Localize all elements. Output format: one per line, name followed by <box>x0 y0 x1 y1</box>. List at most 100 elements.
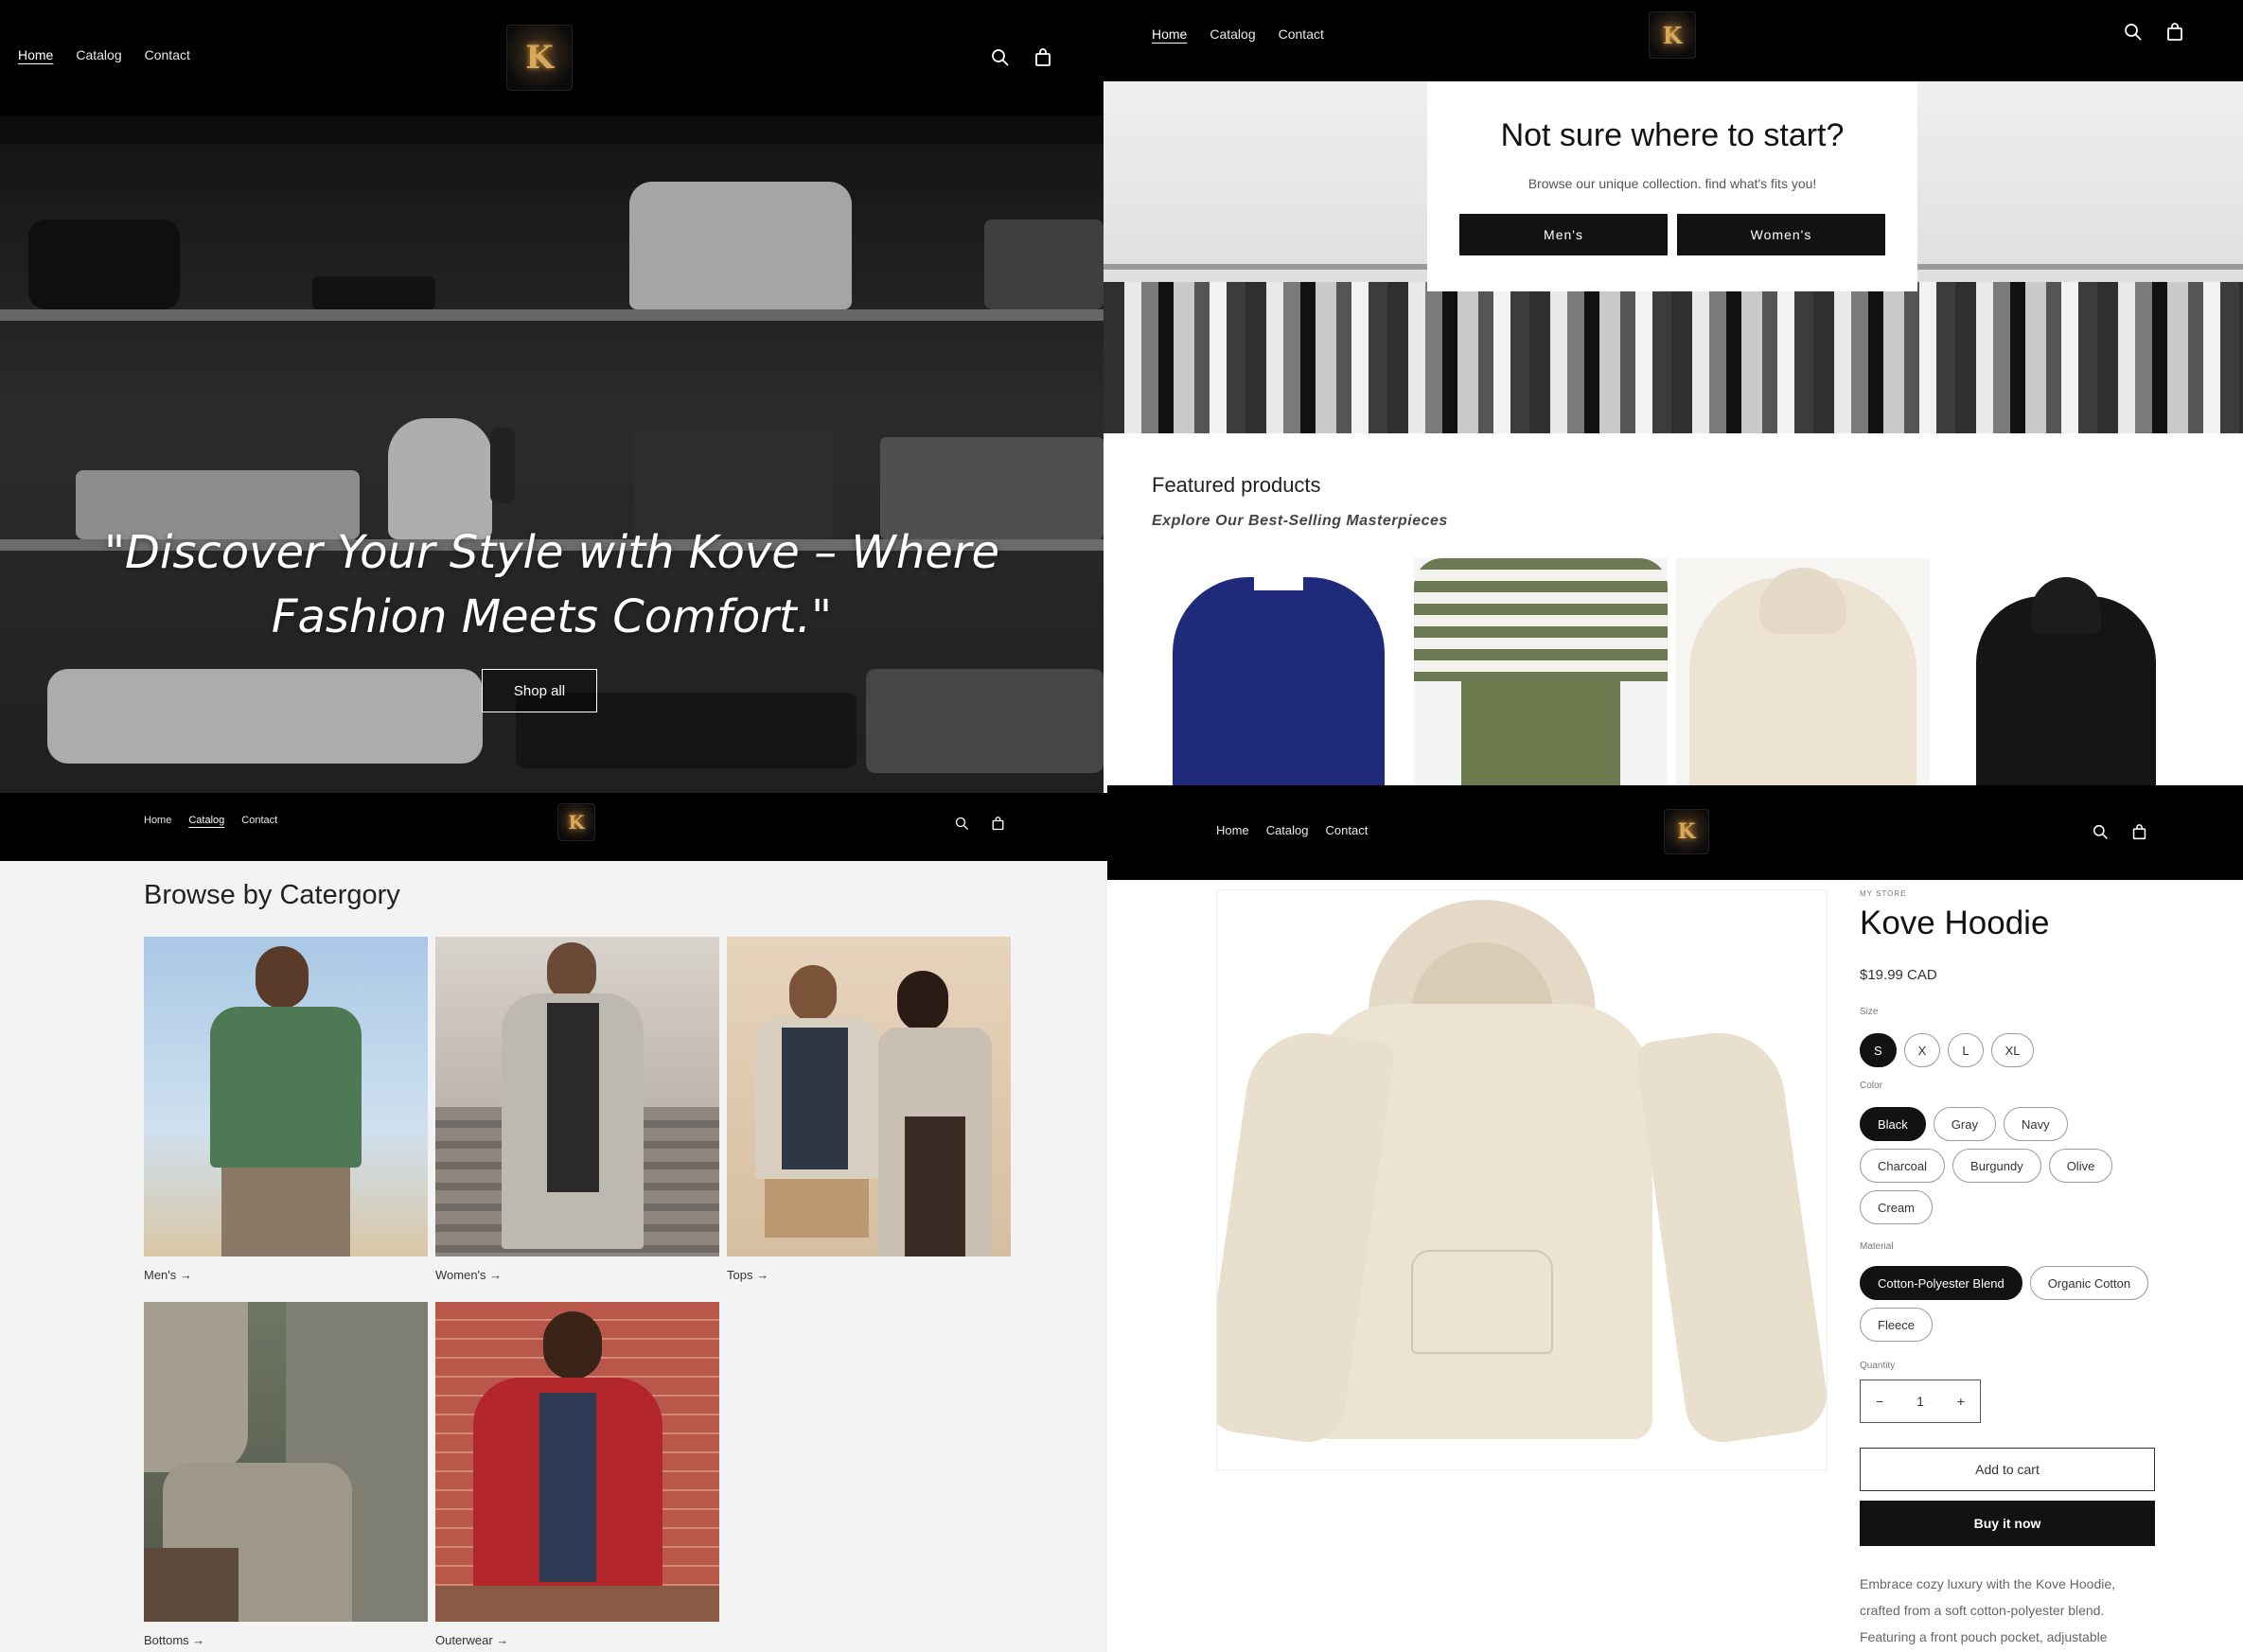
description-line-3: Featuring a front pouch pocket, adjustab… <box>1860 1629 2108 1644</box>
cart-icon[interactable] <box>2164 21 2186 44</box>
quantity-label: Quantity <box>1860 1361 1896 1371</box>
nav-home[interactable]: Home <box>1152 26 1187 42</box>
material-option-organic-cotton[interactable]: Organic Cotton <box>2029 1266 2149 1300</box>
color-option-gray[interactable]: Gray <box>1933 1107 1996 1141</box>
color-options: Black Gray Navy Charcoal Burgundy Olive … <box>1860 1107 2144 1232</box>
product-card-jacket[interactable] <box>1938 558 2192 785</box>
featured-panel: Home Catalog Contact K Not sure where to… <box>1104 0 2243 785</box>
category-card-tops[interactable] <box>727 937 1011 1257</box>
womens-button[interactable]: Women's <box>1677 214 1885 255</box>
product-vendor: MY STORE <box>1860 889 1907 898</box>
product-price: $19.99 CAD <box>1860 967 1937 983</box>
quantity-increase-button[interactable]: + <box>1957 1394 1965 1409</box>
nav-home[interactable]: Home <box>144 815 171 826</box>
nav-catalog[interactable]: Catalog <box>188 815 224 826</box>
store-logo[interactable]: K <box>506 25 573 91</box>
hero-quote-line-2: Fashion Meets Comfort." <box>271 590 833 643</box>
logo-letter: K <box>525 39 554 77</box>
category-card-mens[interactable] <box>144 937 428 1257</box>
nav-catalog[interactable]: Catalog <box>1210 26 1255 42</box>
site-header: Home Catalog Contact K <box>1107 785 2243 880</box>
buy-now-button[interactable]: Buy it now <box>1860 1501 2155 1546</box>
nav-catalog[interactable]: Catalog <box>76 47 121 62</box>
material-options: Cotton-Polyester Blend Organic Cotton Fl… <box>1860 1266 2163 1349</box>
search-icon[interactable] <box>2122 21 2145 44</box>
product-card-hoodie[interactable] <box>1676 558 1930 785</box>
nav-contact[interactable]: Contact <box>1326 823 1369 837</box>
search-icon[interactable] <box>988 45 1013 70</box>
product-title: Kove Hoodie <box>1860 905 2050 941</box>
start-card: Not sure where to start? Browse our uniq… <box>1427 81 1917 291</box>
size-option-x[interactable]: X <box>1903 1033 1941 1067</box>
add-to-cart-button[interactable]: Add to cart <box>1860 1448 2155 1491</box>
size-options: S X L XL <box>1860 1033 2163 1075</box>
category-heading: Browse by Catergory <box>144 880 400 910</box>
material-label: Material <box>1860 1241 1894 1252</box>
product-card-blouse[interactable] <box>1152 558 1405 785</box>
mens-button[interactable]: Men's <box>1459 214 1668 255</box>
nav-contact[interactable]: Contact <box>241 815 277 826</box>
color-option-cream[interactable]: Cream <box>1860 1190 1934 1224</box>
category-label-mens[interactable]: Men's → <box>144 1268 192 1282</box>
category-label-outerwear[interactable]: Outerwear → <box>435 1633 508 1647</box>
nav-contact[interactable]: Contact <box>145 47 190 62</box>
product-panel: Home Catalog Contact K MY STORE Kove Hoo… <box>1107 785 2243 1652</box>
category-card-bottoms[interactable] <box>144 1302 428 1622</box>
logo-letter: K <box>1677 819 1696 844</box>
quantity-stepper: − 1 + <box>1860 1380 1981 1423</box>
cart-icon[interactable] <box>1031 45 1055 70</box>
material-option-fleece[interactable]: Fleece <box>1860 1308 1934 1342</box>
logo-letter: K <box>568 811 585 834</box>
nav-home[interactable]: Home <box>18 47 53 62</box>
start-subtitle: Browse our unique collection. find what'… <box>1528 176 1817 191</box>
category-label-tops[interactable]: Tops → <box>727 1268 768 1282</box>
search-icon[interactable] <box>952 814 971 833</box>
main-nav: Home Catalog Contact <box>1216 823 1368 837</box>
category-card-outerwear[interactable] <box>435 1302 719 1622</box>
color-label: Color <box>1860 1081 1882 1091</box>
color-option-navy[interactable]: Navy <box>2003 1107 2068 1141</box>
material-option-cotton-polyester[interactable]: Cotton-Polyester Blend <box>1860 1266 2022 1300</box>
color-option-charcoal[interactable]: Charcoal <box>1860 1149 1946 1183</box>
nav-contact[interactable]: Contact <box>1279 26 1324 42</box>
site-header: Home Catalog Contact K <box>1104 0 2243 81</box>
size-option-s[interactable]: S <box>1860 1033 1897 1067</box>
category-panel: Home Catalog Contact K Browse by Catergo… <box>0 793 1107 1652</box>
quantity-decrease-button[interactable]: − <box>1876 1394 1883 1409</box>
color-option-black[interactable]: Black <box>1860 1107 1926 1141</box>
product-card-striped-dress[interactable] <box>1414 558 1668 785</box>
store-logo[interactable]: K <box>1664 809 1709 854</box>
color-option-olive[interactable]: Olive <box>2048 1149 2113 1183</box>
main-nav: Home Catalog Contact <box>1152 26 1324 42</box>
start-heading: Not sure where to start? <box>1500 117 1845 153</box>
store-logo[interactable]: K <box>1649 11 1696 59</box>
description-line-2: crafted from a soft cotton-polyester ble… <box>1860 1603 2105 1618</box>
logo-letter: K <box>1662 21 1683 49</box>
shop-all-button[interactable]: Shop all <box>482 669 597 712</box>
main-nav: Home Catalog Contact <box>144 815 277 826</box>
featured-heading: Featured products <box>1152 473 1321 497</box>
category-card-womens[interactable] <box>435 937 719 1257</box>
size-label: Size <box>1860 1007 1879 1017</box>
search-icon[interactable] <box>2090 821 2111 842</box>
store-logo[interactable]: K <box>557 803 595 841</box>
nav-home[interactable]: Home <box>1216 823 1249 837</box>
size-option-xl[interactable]: XL <box>1990 1033 2035 1067</box>
main-nav: Home Catalog Contact <box>18 47 190 62</box>
product-description: Embrace cozy luxury with the Kove Hoodie… <box>1860 1571 2172 1650</box>
featured-subheading: Explore Our Best-Selling Masterpieces <box>1152 513 1448 529</box>
category-label-womens[interactable]: Women's → <box>435 1268 502 1282</box>
nav-catalog[interactable]: Catalog <box>1266 823 1309 837</box>
site-header: Home Catalog Contact K <box>0 793 1107 861</box>
hero-panel: Home Catalog Contact K "Discover Your St… <box>0 0 1104 793</box>
description-line-1: Embrace cozy luxury with the Kove Hoodie… <box>1860 1576 2116 1591</box>
quantity-value[interactable]: 1 <box>1916 1394 1924 1409</box>
cart-icon[interactable] <box>2128 821 2149 842</box>
color-option-burgundy[interactable]: Burgundy <box>1952 1149 2041 1183</box>
category-label-bottoms[interactable]: Bottoms → <box>144 1633 204 1647</box>
product-image-hoodie[interactable] <box>1216 889 1828 1470</box>
hero-quote: "Discover Your Style with Kove – Where F… <box>0 520 1104 649</box>
size-option-l[interactable]: L <box>1948 1033 1984 1067</box>
cart-icon[interactable] <box>988 814 1007 833</box>
site-header: Home Catalog Contact K <box>0 0 1104 115</box>
